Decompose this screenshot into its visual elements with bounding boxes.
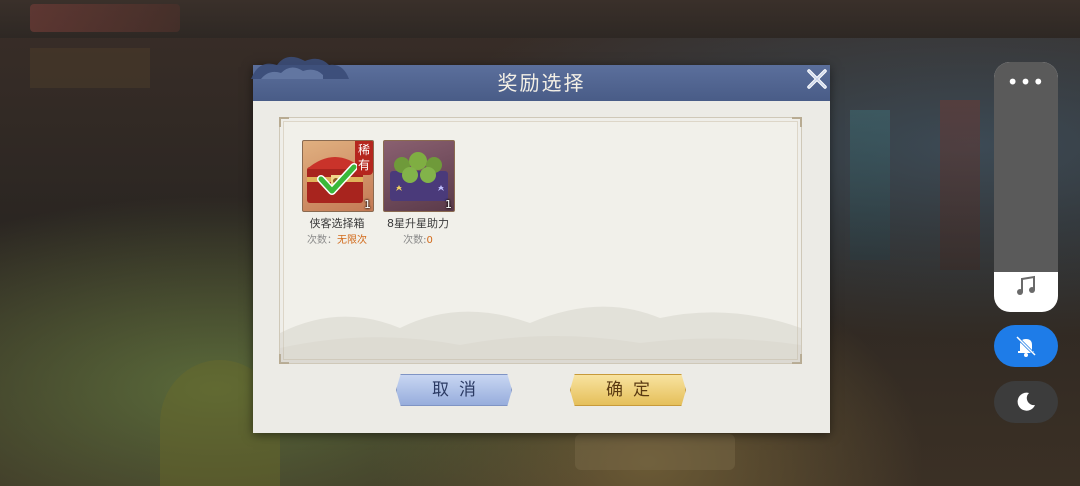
item-slot[interactable]: 1 bbox=[383, 140, 455, 212]
confirm-button[interactable]: 确定 bbox=[570, 374, 686, 406]
uses-label: 次数： bbox=[307, 235, 337, 246]
item-name: 8星升星助力 bbox=[387, 217, 449, 230]
rare-badge: 稀有 bbox=[355, 141, 373, 175]
reward-item-upgrade[interactable]: 1 8星升星助力 次数:0 bbox=[382, 140, 455, 246]
bottom-button-blurred bbox=[575, 434, 735, 470]
item-name: 侠客选择箱 bbox=[309, 217, 365, 230]
item-quantity: 1 bbox=[445, 198, 452, 211]
uses-value: 0 bbox=[426, 235, 433, 246]
item-slot[interactable]: 稀有 1 bbox=[302, 140, 374, 212]
side-panel-blurred bbox=[30, 48, 150, 88]
frame-corner bbox=[279, 117, 289, 127]
dialog-header: 奖励选择 bbox=[251, 56, 830, 101]
music-note-icon bbox=[1017, 275, 1035, 295]
more-options-button[interactable]: ••• bbox=[994, 72, 1058, 92]
item-uses: 次数：无限次 bbox=[301, 231, 373, 246]
frame-corner bbox=[792, 117, 802, 127]
uses-value: 无限次 bbox=[337, 235, 367, 246]
cancel-button[interactable]: 取消 bbox=[396, 374, 512, 406]
back-button-blurred bbox=[30, 4, 180, 32]
mute-bell-icon bbox=[1015, 335, 1037, 357]
landscape-ornament bbox=[280, 306, 801, 363]
item-uses: 次数:0 bbox=[382, 231, 454, 246]
checkmark-icon bbox=[317, 163, 357, 195]
dialog-title: 奖励选择 bbox=[497, 71, 586, 95]
close-icon[interactable] bbox=[805, 67, 829, 91]
volume-slider[interactable]: ••• bbox=[994, 62, 1058, 312]
reward-item-chest[interactable]: 稀有 1 侠客选择箱 次数：无限次 bbox=[301, 140, 374, 246]
moon-icon bbox=[1017, 392, 1035, 411]
item-quantity: 1 bbox=[364, 198, 371, 211]
reward-selection-dialog: 奖励选择 稀有 1 侠客选择箱 次数：无限次 1 8星升星助力 次数:0 取消 … bbox=[251, 56, 830, 433]
mute-toggle[interactable] bbox=[994, 325, 1058, 367]
hanging-banner-red bbox=[940, 100, 980, 270]
do-not-disturb-toggle[interactable] bbox=[994, 381, 1058, 423]
upgrade-pack-icon bbox=[390, 152, 448, 201]
uses-label: 次数: bbox=[403, 235, 427, 246]
reward-list-frame: 稀有 1 侠客选择箱 次数：无限次 1 8星升星助力 次数:0 bbox=[279, 117, 802, 364]
hanging-banner-teal bbox=[850, 110, 890, 260]
